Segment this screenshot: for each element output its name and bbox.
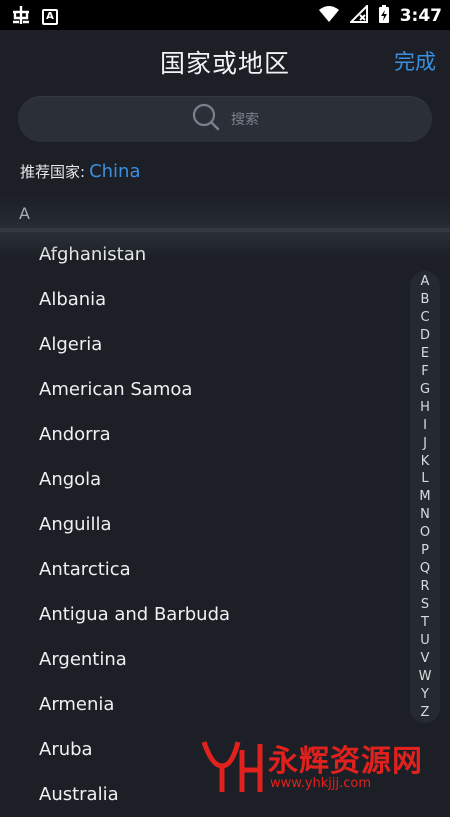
index-letter-c[interactable]: C [420, 311, 429, 324]
index-letter-g[interactable]: G [420, 383, 430, 396]
country-item[interactable]: Algeria [0, 322, 400, 367]
watermark-logo-icon [198, 741, 266, 800]
index-letter-o[interactable]: O [420, 526, 430, 539]
bug-icon [10, 4, 32, 30]
country-item[interactable]: Andorra [0, 412, 400, 457]
index-letter-y[interactable]: Y [421, 688, 429, 701]
country-item[interactable]: Antarctica [0, 547, 400, 592]
index-letter-b[interactable]: B [421, 293, 430, 306]
index-letter-n[interactable]: N [420, 508, 430, 521]
search-icon [191, 102, 221, 136]
index-letter-d[interactable]: D [420, 329, 430, 342]
index-letter-s[interactable]: S [421, 598, 429, 611]
page-title: 国家或地区 [159, 49, 290, 78]
country-item[interactable]: Anguilla [0, 502, 400, 547]
index-letter-k[interactable]: K [421, 455, 430, 468]
country-list: Afghanistan Albania Algeria American Sam… [0, 232, 400, 817]
watermark-url: www.yhkjjj.com [270, 776, 372, 791]
alphabet-index[interactable]: A B C D E F G H I J K L M N O P Q R S T … [410, 271, 440, 723]
index-letter-z[interactable]: Z [421, 706, 430, 719]
index-letter-r[interactable]: R [420, 580, 429, 593]
index-letter-j[interactable]: J [423, 437, 427, 450]
wifi-icon [318, 5, 340, 27]
watermark: 永辉资源网 www.yhkjjj.com [198, 736, 443, 796]
index-letter-a[interactable]: A [421, 275, 430, 288]
status-bar: A 3:47 [0, 0, 450, 30]
recommended-country: 推荐国家: China [20, 161, 140, 182]
index-letter-u[interactable]: U [420, 634, 430, 647]
country-item[interactable]: Armenia [0, 682, 400, 727]
index-letter-w[interactable]: W [419, 670, 432, 683]
index-letter-v[interactable]: V [421, 652, 430, 665]
country-item[interactable]: Angola [0, 457, 400, 502]
index-letter-q[interactable]: Q [420, 562, 430, 575]
battery-charging-icon [378, 4, 390, 28]
index-letter-h[interactable]: H [420, 401, 430, 414]
index-letter-p[interactable]: P [421, 544, 429, 557]
signal-off-icon [348, 3, 368, 27]
index-letter-i[interactable]: I [423, 419, 427, 432]
done-button[interactable]: 完成 [394, 46, 436, 76]
watermark-text: 永辉资源网 [268, 744, 423, 779]
header: 国家或地区 完成 [0, 30, 450, 92]
index-letter-l[interactable]: L [421, 472, 428, 485]
section-letter: A [19, 204, 30, 223]
country-item[interactable]: Antigua and Barbuda [0, 592, 400, 637]
country-item[interactable]: American Samoa [0, 367, 400, 412]
search-placeholder: 搜索 [231, 112, 259, 128]
index-letter-m[interactable]: M [419, 490, 430, 503]
country-item[interactable]: Argentina [0, 637, 400, 682]
index-letter-f[interactable]: F [421, 365, 428, 378]
country-item[interactable]: Albania [0, 277, 400, 322]
index-letter-e[interactable]: E [421, 347, 429, 360]
recommended-country-link[interactable]: China [89, 161, 140, 182]
recommended-label: 推荐国家: [20, 163, 86, 181]
section-header: A [0, 198, 450, 232]
status-time: 3:47 [399, 6, 442, 26]
index-letter-t[interactable]: T [421, 616, 429, 629]
country-item[interactable]: Afghanistan [0, 232, 400, 277]
app-a-icon: A [42, 9, 58, 25]
search-input[interactable]: 搜索 [18, 96, 432, 142]
